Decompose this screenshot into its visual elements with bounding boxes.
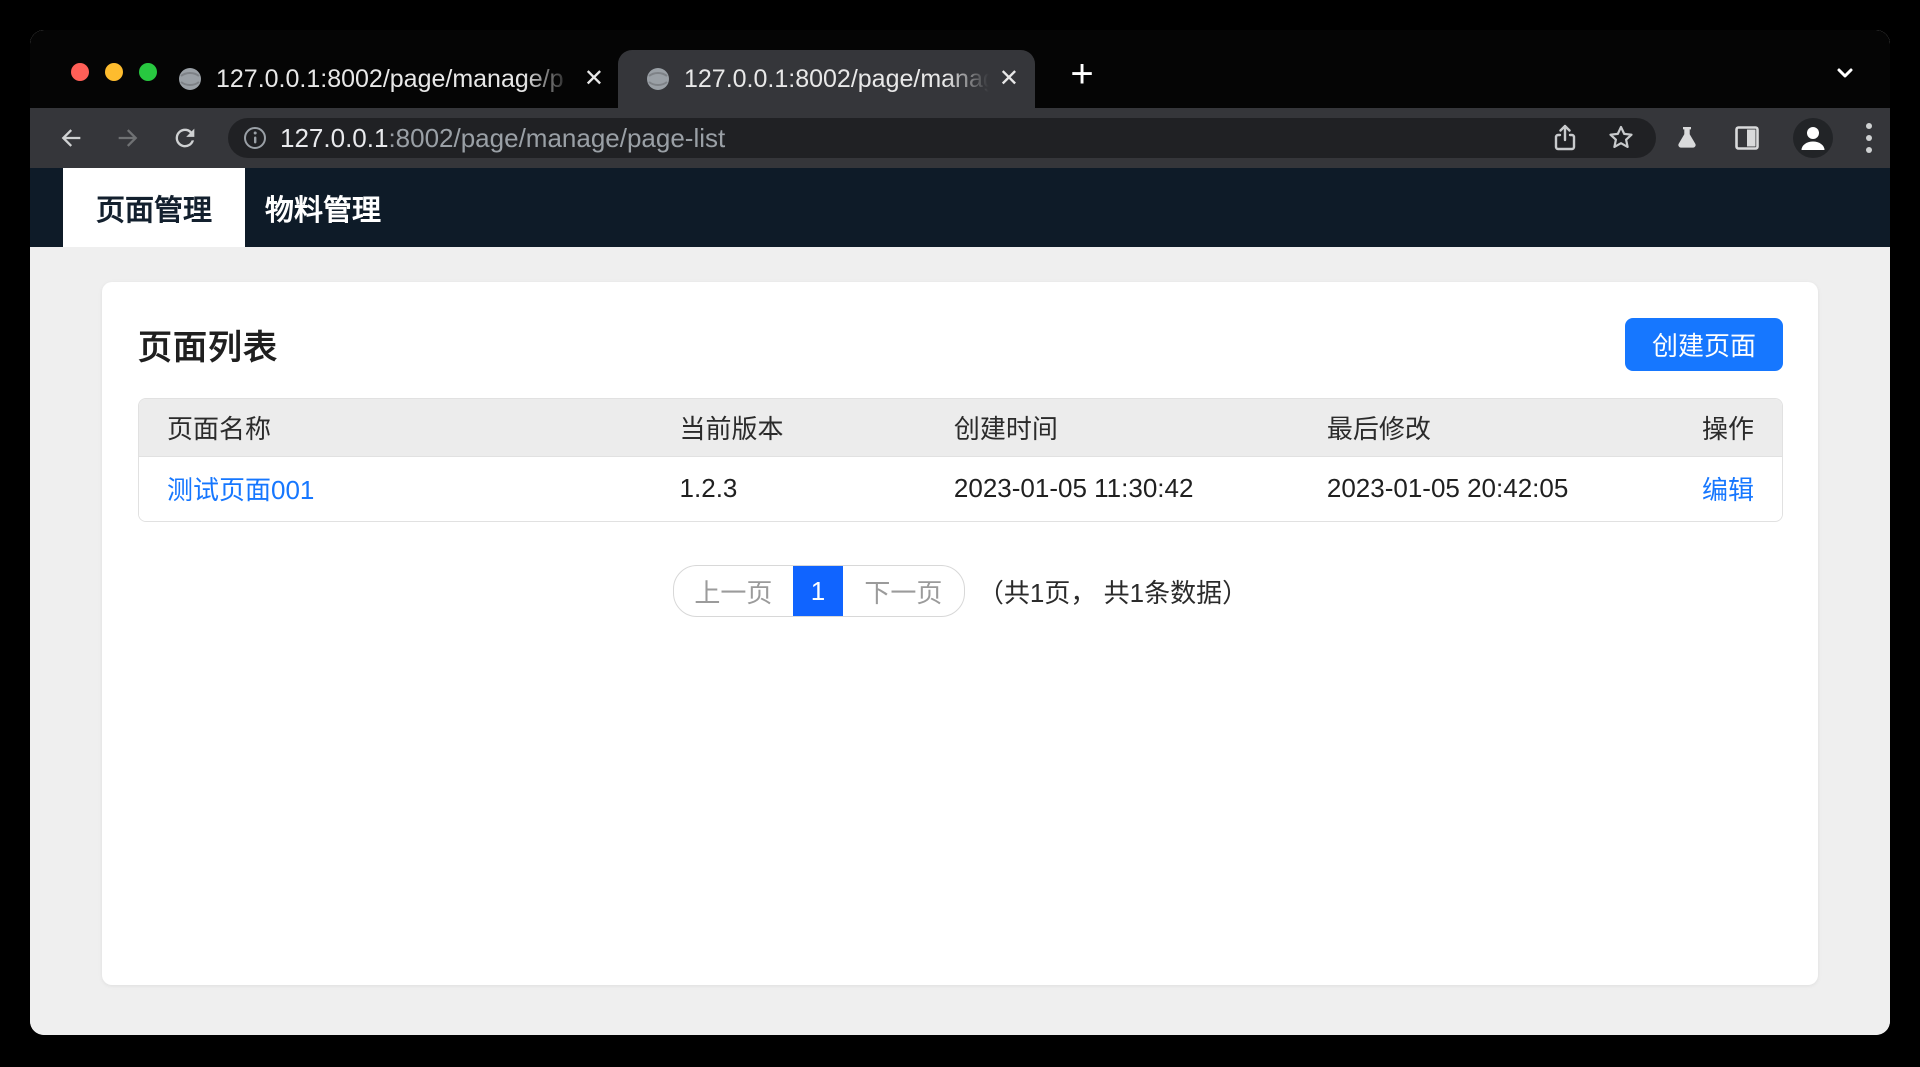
page-name-link[interactable]: 测试页面001: [167, 475, 314, 505]
share-icon[interactable]: [1550, 123, 1580, 153]
address-bar[interactable]: 127.0.0.1:8002/page/manage/page-list: [228, 118, 1656, 158]
reload-icon[interactable]: [171, 124, 199, 152]
back-icon[interactable]: [57, 124, 85, 152]
new-tab-button[interactable]: +: [1060, 54, 1104, 98]
tab-title: 127.0.0.1:8002/page/manage/p: [684, 65, 989, 94]
nav-tab-material-manage[interactable]: 物料管理: [245, 168, 401, 247]
sidebar-extension-icon[interactable]: [1732, 123, 1762, 153]
page-content: 页面列表 创建页面 页面名称 当前版本 创建时间 最后修改 操作: [30, 247, 1890, 1035]
edit-link[interactable]: 编辑: [1702, 475, 1754, 505]
pagination-group: 上一页 1 下一页: [673, 565, 965, 617]
cell-version: 1.2.3: [680, 456, 954, 521]
prev-page-button[interactable]: 上一页: [674, 566, 793, 616]
chevron-down-icon[interactable]: [1830, 58, 1860, 88]
page-title: 页面列表: [138, 320, 278, 369]
table-header-row: 页面名称 当前版本 创建时间 最后修改 操作: [139, 399, 1782, 456]
pagination-row: 上一页 1 下一页 （共1页， 共1条数据）: [138, 565, 1783, 617]
site-info-icon[interactable]: [242, 125, 268, 151]
globe-favicon-icon: [644, 65, 672, 93]
browser-toolbar: 127.0.0.1:8002/page/manage/page-list: [30, 108, 1890, 168]
create-page-button[interactable]: 创建页面: [1625, 318, 1783, 371]
browser-tab-strip: 127.0.0.1:8002/page/manage/p ✕ 127.0.0.1…: [30, 30, 1890, 108]
page-table-wrapper: 页面名称 当前版本 创建时间 最后修改 操作 测试页面001 1.2.3 202…: [138, 398, 1783, 522]
nav-tab-page-manage[interactable]: 页面管理: [63, 168, 245, 247]
url-host: 127.0.0.1: [280, 123, 388, 153]
table-row: 测试页面001 1.2.3 2023-01-05 11:30:42 2023-0…: [139, 456, 1782, 521]
url-text[interactable]: 127.0.0.1:8002/page/manage/page-list: [280, 123, 1524, 154]
app-nav-bar: 页面管理 物料管理: [30, 168, 1890, 247]
browser-window: 127.0.0.1:8002/page/manage/p ✕ 127.0.0.1…: [30, 30, 1890, 1035]
browser-tab-1[interactable]: 127.0.0.1:8002/page/manage/p ✕: [160, 50, 620, 108]
tab-close-icon[interactable]: ✕: [584, 67, 604, 91]
close-window-button[interactable]: [71, 63, 89, 81]
tab-close-icon[interactable]: ✕: [999, 67, 1019, 91]
flask-extension-icon[interactable]: [1672, 123, 1702, 153]
url-path: :8002/page/manage/page-list: [388, 123, 725, 153]
zoom-window-button[interactable]: [139, 63, 157, 81]
forward-icon[interactable]: [114, 124, 142, 152]
minimize-window-button[interactable]: [105, 63, 123, 81]
column-header-action: 操作: [1677, 399, 1782, 456]
toolbar-extensions-area: [1672, 117, 1874, 159]
cell-created: 2023-01-05 11:30:42: [954, 456, 1327, 521]
current-page-button[interactable]: 1: [793, 566, 843, 616]
menu-kebab-icon[interactable]: [1864, 121, 1874, 155]
window-controls: [71, 63, 157, 81]
tab-title: 127.0.0.1:8002/page/manage/p: [216, 65, 574, 94]
cell-modified: 2023-01-05 20:42:05: [1327, 456, 1677, 521]
column-header-created: 创建时间: [954, 399, 1327, 456]
next-page-button[interactable]: 下一页: [843, 566, 964, 616]
column-header-version: 当前版本: [680, 399, 954, 456]
page-list-card: 页面列表 创建页面 页面名称 当前版本 创建时间 最后修改 操作: [102, 282, 1818, 985]
browser-tab-2-active[interactable]: 127.0.0.1:8002/page/manage/p ✕: [618, 50, 1035, 108]
globe-favicon-icon: [176, 65, 204, 93]
column-header-name: 页面名称: [139, 399, 680, 456]
card-header: 页面列表 创建页面: [138, 282, 1783, 371]
page-table: 页面名称 当前版本 创建时间 最后修改 操作 测试页面001 1.2.3 202…: [139, 399, 1782, 521]
column-header-modified: 最后修改: [1327, 399, 1677, 456]
pagination-summary: （共1页， 共1条数据）: [978, 573, 1248, 610]
bookmark-star-icon[interactable]: [1606, 123, 1636, 153]
profile-avatar[interactable]: [1792, 117, 1834, 159]
